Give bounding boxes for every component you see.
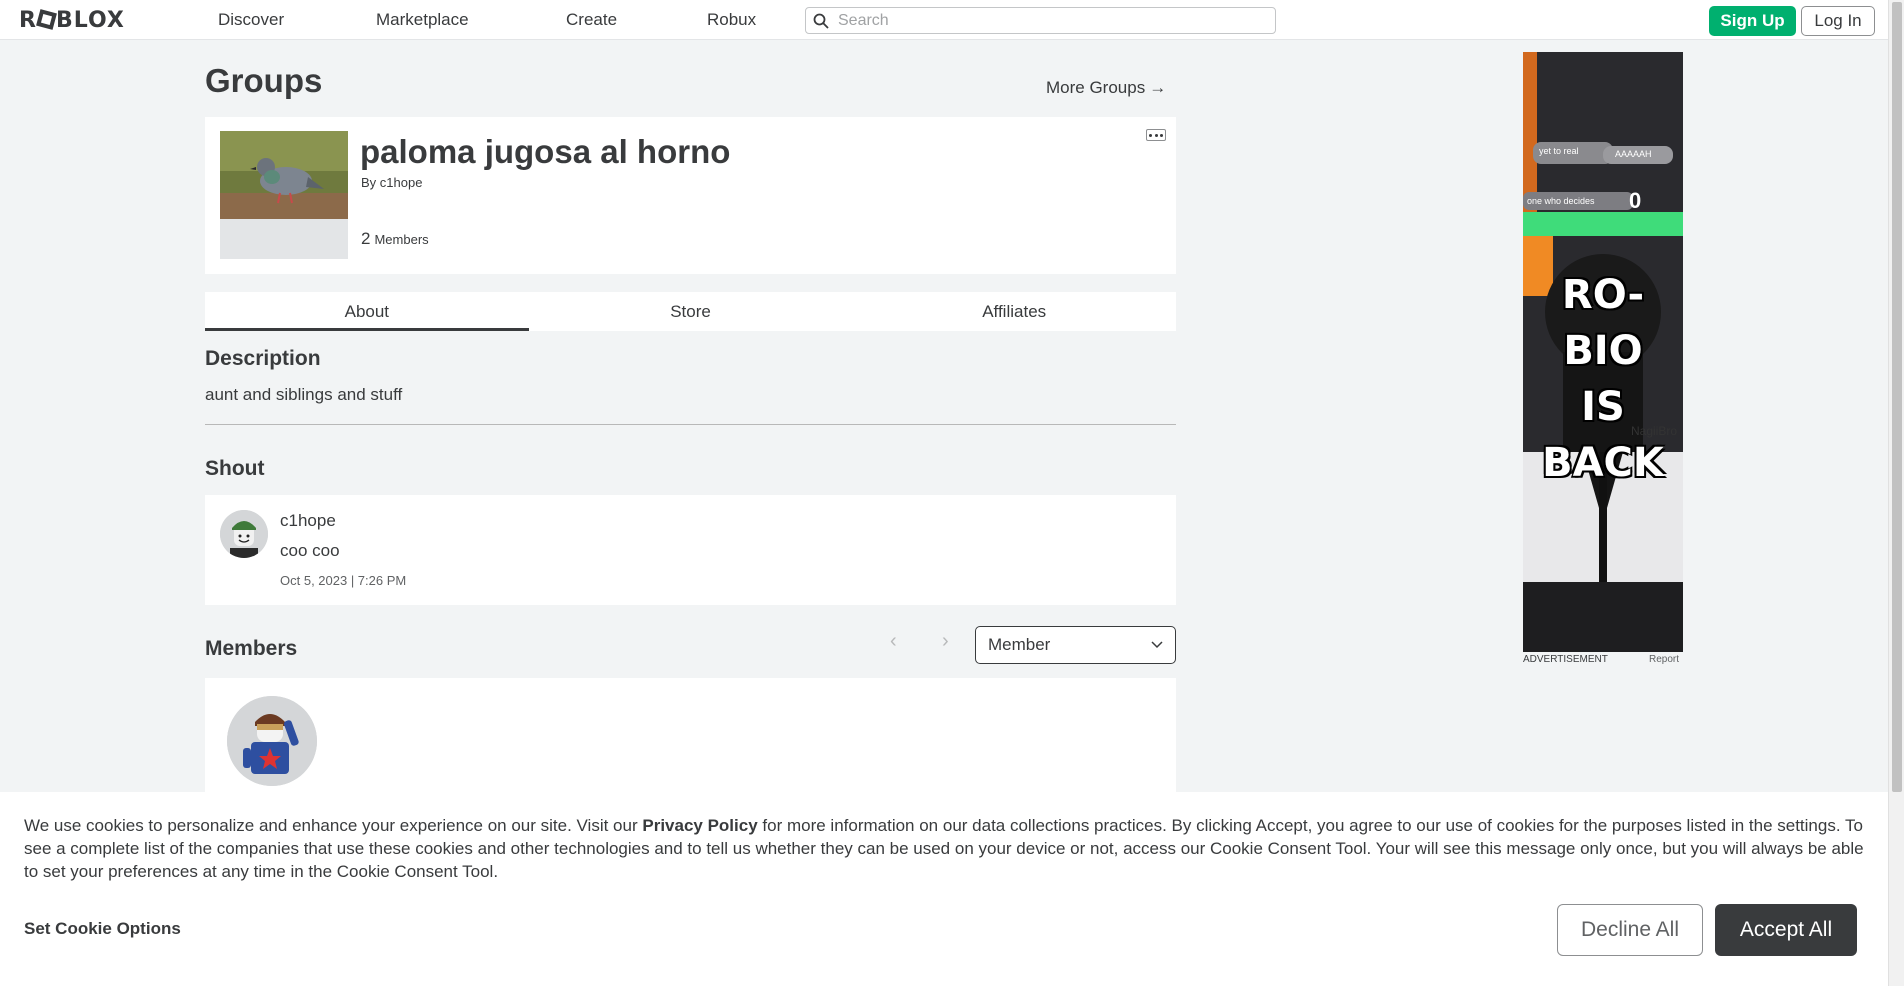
members-list [205, 678, 1176, 798]
description-text: aunt and siblings and stuff [205, 385, 403, 404]
group-name: paloma jugosa al horno [360, 133, 731, 170]
page-scrollbar[interactable] [1888, 0, 1904, 986]
more-options-icon[interactable] [1146, 129, 1166, 141]
shout-heading: Shout [205, 457, 265, 480]
search-icon [813, 13, 829, 29]
scrollbar-thumb[interactable] [1892, 2, 1902, 792]
ad-headline-line: RO-BIO [1561, 272, 1645, 374]
arrow-right-icon: → [1149, 78, 1167, 97]
shout-message: coo coo [280, 541, 340, 560]
top-navigation-bar: R BLOX Discover Marketplace Create Robux … [0, 0, 1888, 40]
member-count-value: 2 [361, 229, 371, 248]
chevron-left-icon[interactable]: ‹ [890, 630, 897, 653]
privacy-policy-link[interactable]: Privacy Policy [642, 816, 757, 835]
cookie-consent-banner: We use cookies to personalize and enhanc… [0, 792, 1888, 986]
page-title: Groups [205, 62, 323, 99]
group-member-count: 2 Members [361, 229, 429, 249]
group-header-card: paloma jugosa al horno By c1hope 2 Member… [205, 117, 1176, 274]
tab-about[interactable]: About [205, 292, 529, 331]
members-heading: Members [205, 637, 298, 660]
shout-author-link[interactable]: c1hope [280, 511, 336, 531]
cookie-text-part: We use cookies to personalize and enhanc… [24, 816, 643, 835]
advertisement-label: ADVERTISEMENT [1523, 654, 1608, 665]
logo-o-mark [36, 9, 57, 30]
accept-all-button[interactable]: Accept All [1715, 904, 1857, 956]
group-owner-link[interactable]: c1hope [380, 175, 423, 190]
nav-marketplace-link[interactable]: Marketplace [376, 10, 469, 30]
group-emblem-image [220, 131, 348, 259]
nav-robux-link[interactable]: Robux [707, 10, 756, 30]
roblox-logo[interactable]: R BLOX [19, 8, 125, 33]
avatar[interactable] [227, 696, 317, 786]
pigeon-photo [220, 131, 348, 219]
more-groups-label: More Groups [1046, 78, 1146, 97]
ad-overlay-text: one who decides [1527, 196, 1595, 206]
ad-overlay-text: AAAAAH [1615, 149, 1652, 159]
shout-card: c1hope coo coo Oct 5, 2023 | 7:26 PM [205, 495, 1176, 605]
ad-headline: RO-BIO IS BACK [1523, 267, 1683, 491]
more-groups-link[interactable]: More Groups → [1046, 78, 1166, 98]
member-count-label: Members [374, 232, 429, 247]
sign-up-button[interactable]: Sign Up [1709, 6, 1796, 36]
ad-overlay-text: yet to real [1539, 146, 1579, 156]
by-prefix: By [361, 175, 377, 190]
ad-report-link[interactable]: Report [1649, 654, 1679, 665]
ad-headline-line: BACK [1542, 440, 1664, 486]
group-owner-line: By c1hope [361, 175, 422, 190]
nav-discover-link[interactable]: Discover [218, 10, 284, 30]
cookie-message: We use cookies to personalize and enhanc… [24, 814, 1864, 883]
role-selected-value: Member [988, 635, 1051, 654]
set-cookie-options-link[interactable]: Set Cookie Options [24, 919, 181, 939]
avatar[interactable] [220, 510, 268, 558]
tab-store[interactable]: Store [529, 292, 853, 331]
advertisement-banner[interactable]: AAAAAH yet to real one who decides 0 Nag… [1523, 52, 1683, 652]
shout-timestamp: Oct 5, 2023 | 7:26 PM [280, 573, 407, 588]
section-divider [205, 424, 1176, 425]
decline-all-button[interactable]: Decline All [1557, 904, 1703, 956]
search-box[interactable] [805, 7, 1276, 34]
group-tabs: About Store Affiliates [205, 292, 1176, 331]
member-role-dropdown[interactable]: Member [975, 626, 1176, 664]
log-in-button[interactable]: Log In [1801, 6, 1875, 36]
description-heading: Description [205, 347, 321, 370]
ad-overlay-text: 0 [1629, 188, 1642, 213]
search-input[interactable] [838, 11, 1258, 30]
ad-headline-line: IS [1581, 384, 1625, 430]
chevron-down-icon [1151, 641, 1163, 649]
tab-affiliates[interactable]: Affiliates [852, 292, 1176, 331]
member-avatar-image [227, 696, 317, 786]
nav-create-link[interactable]: Create [566, 10, 617, 30]
chevron-right-icon[interactable]: › [942, 630, 949, 653]
shout-avatar-image [220, 510, 268, 558]
